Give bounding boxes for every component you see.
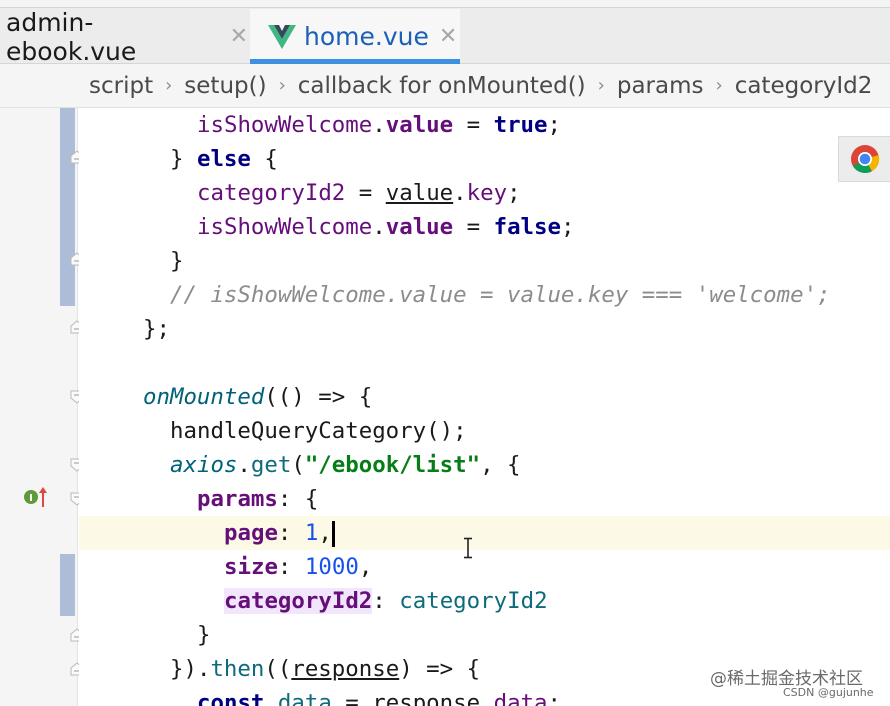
chevron-right-icon: › bbox=[597, 75, 605, 96]
breadcrumb-item-params[interactable]: params bbox=[617, 73, 704, 99]
vue-icon bbox=[268, 24, 296, 49]
chrome-icon bbox=[850, 145, 879, 174]
code-line[interactable]: } bbox=[79, 618, 890, 652]
tab-label: home.vue bbox=[304, 22, 429, 51]
implements-marker-icon[interactable]: I bbox=[22, 485, 50, 509]
chevron-right-icon: › bbox=[165, 75, 173, 96]
code-line[interactable]: handleQueryCategory(); bbox=[79, 414, 890, 448]
code-line[interactable] bbox=[79, 346, 890, 380]
code-line[interactable]: axios.get("/ebook/list", { bbox=[79, 448, 890, 482]
code-line[interactable]: isShowWelcome.value = false; bbox=[79, 210, 890, 244]
tab-label: admin-ebook.vue bbox=[6, 7, 137, 66]
code-line[interactable]: const data = response.data; bbox=[79, 686, 890, 706]
text-cursor-icon bbox=[464, 537, 472, 559]
close-icon[interactable]: ✕ bbox=[230, 24, 248, 49]
editor-gutter[interactable]: I bbox=[0, 108, 78, 706]
code-line[interactable]: // isShowWelcome.value = value.key === '… bbox=[79, 278, 890, 312]
breadcrumb-item-callback[interactable]: callback for onMounted() bbox=[298, 73, 586, 99]
watermark-small: CSDN @gujunhe bbox=[783, 686, 874, 699]
code-line[interactable]: params: { bbox=[79, 482, 890, 516]
editor-tab-bar: admin-ebook.vue ✕ home.vue ✕ bbox=[0, 0, 890, 66]
chevron-right-icon: › bbox=[278, 75, 286, 96]
tab-home[interactable]: home.vue ✕ bbox=[250, 9, 460, 64]
code-line-current[interactable]: page: 1, bbox=[79, 516, 890, 550]
close-icon[interactable]: ✕ bbox=[439, 24, 457, 49]
code-line[interactable]: categoryId2: categoryId2 bbox=[79, 584, 890, 618]
breadcrumb: script › setup() › callback for onMounte… bbox=[0, 64, 890, 108]
text-caret bbox=[331, 520, 335, 547]
vcs-change-marker[interactable] bbox=[60, 554, 75, 616]
code-line[interactable]: } else { bbox=[79, 142, 890, 176]
breadcrumb-item-categoryid2[interactable]: categoryId2 bbox=[735, 73, 873, 99]
code-line[interactable]: categoryId2 = value.key; bbox=[79, 176, 890, 210]
breadcrumb-item-setup[interactable]: setup() bbox=[184, 73, 266, 99]
code-line[interactable]: size: 1000, bbox=[79, 550, 890, 584]
breadcrumb-item-script[interactable]: script bbox=[89, 73, 153, 99]
svg-text:I: I bbox=[29, 493, 33, 504]
tab-admin-ebook[interactable]: admin-ebook.vue ✕ bbox=[0, 7, 248, 66]
chrome-preview-button[interactable] bbox=[838, 136, 890, 182]
code-line[interactable]: onMounted(() => { bbox=[79, 380, 890, 414]
code-line[interactable]: } bbox=[79, 244, 890, 278]
vcs-change-marker[interactable] bbox=[60, 108, 75, 306]
code-line[interactable]: }; bbox=[79, 312, 890, 346]
code-line[interactable]: isShowWelcome.value = true; bbox=[79, 108, 890, 142]
chevron-right-icon: › bbox=[715, 75, 723, 96]
code-editor[interactable]: isShowWelcome.value = true; } else { cat… bbox=[79, 108, 890, 706]
